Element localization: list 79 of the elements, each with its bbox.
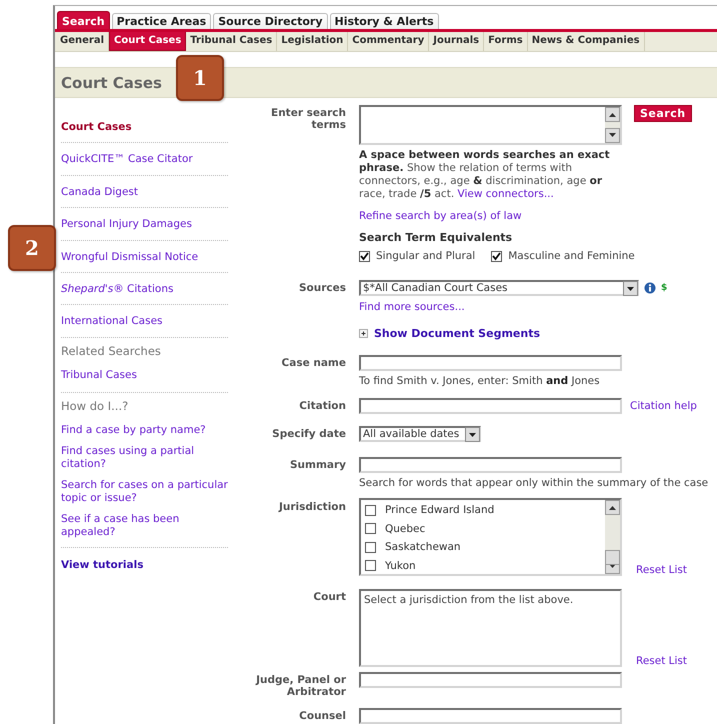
field-label: Specify date bbox=[271, 427, 346, 442]
tab[interactable]: History & Alerts bbox=[330, 13, 439, 29]
checkbox-label: Prince Edward Island bbox=[385, 504, 494, 516]
checkbox-label: Masculine and Feminine bbox=[508, 250, 635, 262]
checkbox[interactable] bbox=[365, 542, 376, 553]
dropdown[interactable]: All available dates bbox=[359, 426, 481, 442]
text-field[interactable] bbox=[359, 672, 622, 688]
checkbox[interactable] bbox=[359, 250, 370, 262]
sidebar-link[interactable]: International Cases bbox=[61, 314, 163, 329]
tab[interactable]: Legislation bbox=[277, 32, 348, 51]
help-link[interactable]: Search for cases on a particular topic or issue? bbox=[61, 478, 228, 505]
tab[interactable]: Tribunal Cases bbox=[186, 32, 278, 51]
tab[interactable]: Commentary bbox=[348, 32, 430, 51]
field-label: Summary bbox=[288, 458, 346, 473]
jurisdiction-list[interactable]: Prince Edward Island Quebec Saskatchewan Yukon bbox=[359, 498, 622, 576]
text-field[interactable] bbox=[359, 398, 622, 414]
checkbox-label: Quebec bbox=[385, 522, 426, 535]
segments-link[interactable]: Show Document Segments bbox=[374, 327, 540, 340]
checkbox[interactable] bbox=[365, 504, 376, 516]
tab[interactable]: Journals bbox=[429, 32, 484, 51]
help-link[interactable]: Find a case by party name? bbox=[61, 424, 228, 437]
tab[interactable]: Forms bbox=[484, 32, 528, 51]
tab[interactable]: News & Companies bbox=[528, 32, 645, 51]
field-hint: Search for words that appear only within the summary of the case bbox=[359, 477, 708, 489]
reset-list-link[interactable]: Reset List bbox=[636, 564, 688, 576]
sidebar-link[interactable]: Tribunal Cases bbox=[61, 368, 137, 381]
text-field[interactable] bbox=[359, 355, 622, 371]
callout-badge: 2 bbox=[8, 225, 56, 271]
checkbox[interactable] bbox=[365, 560, 376, 572]
field-hint: To find Smith v. Jones, enter: Smith and Jones bbox=[359, 375, 600, 387]
field-label: Counsel bbox=[298, 709, 346, 724]
callout-badge: 1 bbox=[176, 55, 224, 101]
search-button[interactable]: Search bbox=[634, 105, 692, 122]
tutorials-link[interactable]: View tutorials bbox=[61, 558, 144, 571]
court-field[interactable]: Select a jurisdiction from the list above. bbox=[359, 589, 622, 667]
checkbox-label: Saskatchewan bbox=[385, 541, 461, 554]
field-label: Judge, Panel or Arbitrator bbox=[254, 673, 346, 698]
field-label: Sources bbox=[298, 281, 346, 296]
info-icon bbox=[644, 282, 656, 294]
help-link[interactable]: See if a case has been appealed? bbox=[61, 512, 228, 539]
text-field[interactable] bbox=[359, 708, 622, 724]
cost-mark: $ bbox=[661, 283, 668, 293]
dropdown-value: All available dates bbox=[363, 428, 460, 440]
section-heading: How do I...? bbox=[61, 398, 130, 414]
scrollbar bbox=[605, 107, 620, 143]
text-field[interactable] bbox=[359, 457, 622, 473]
field-label: Enter search terms bbox=[270, 106, 346, 133]
view-connectors-link[interactable]: View connectors... bbox=[458, 188, 554, 200]
sidebar-link[interactable]: Court Cases bbox=[61, 120, 132, 134]
find-sources-link[interactable]: Find more sources... bbox=[359, 301, 465, 313]
section-heading: Search Term Equivalents bbox=[359, 231, 512, 244]
sidebar-link[interactable]: QuickCITE™ Case Citator bbox=[61, 152, 193, 167]
check-icon bbox=[492, 252, 502, 260]
tab[interactable]: Search bbox=[57, 11, 110, 29]
sidebar-link[interactable]: Shepard's® Citations bbox=[61, 282, 174, 296]
sidebar-link[interactable]: Wrongful Dismissal Notice bbox=[61, 250, 198, 264]
refine-search-link[interactable]: Refine search by area(s) of law bbox=[359, 210, 522, 222]
field-label: Jurisdiction bbox=[277, 500, 346, 515]
search-terms-field[interactable] bbox=[359, 105, 622, 145]
tab[interactable]: Court Cases bbox=[109, 32, 186, 51]
checkbox[interactable] bbox=[491, 250, 502, 262]
sidebar-link[interactable]: Personal Injury Damages bbox=[61, 217, 192, 232]
field-label: Case name bbox=[280, 356, 346, 371]
dropdown[interactable]: $*All Canadian Court Cases bbox=[359, 280, 639, 296]
dropdown-value: $*All Canadian Court Cases bbox=[363, 282, 508, 294]
help-link[interactable]: Find cases using a partial citation? bbox=[61, 444, 228, 471]
checkbox-label: Yukon bbox=[385, 560, 416, 572]
field-label: Citation bbox=[298, 399, 346, 414]
section-heading: Related Searches bbox=[61, 342, 162, 359]
tab[interactable]: Practice Areas bbox=[112, 13, 212, 29]
help-link[interactable]: Citation help bbox=[630, 400, 697, 412]
field-label: Court bbox=[312, 590, 346, 605]
reset-list-link[interactable]: Reset List bbox=[636, 655, 688, 667]
checkbox-label: Singular and Plural bbox=[376, 250, 476, 262]
checkbox[interactable] bbox=[365, 523, 376, 534]
search-help-text: A space between words searches an exact phrase. Show the relation of terms with connectors, e.g., age & discrimination, age or race, trade /5 act. View connectors... bbox=[359, 149, 611, 201]
tab[interactable]: Source Directory bbox=[213, 13, 328, 29]
check-icon bbox=[360, 252, 369, 260]
sidebar-link[interactable]: Canada Digest bbox=[61, 184, 138, 200]
